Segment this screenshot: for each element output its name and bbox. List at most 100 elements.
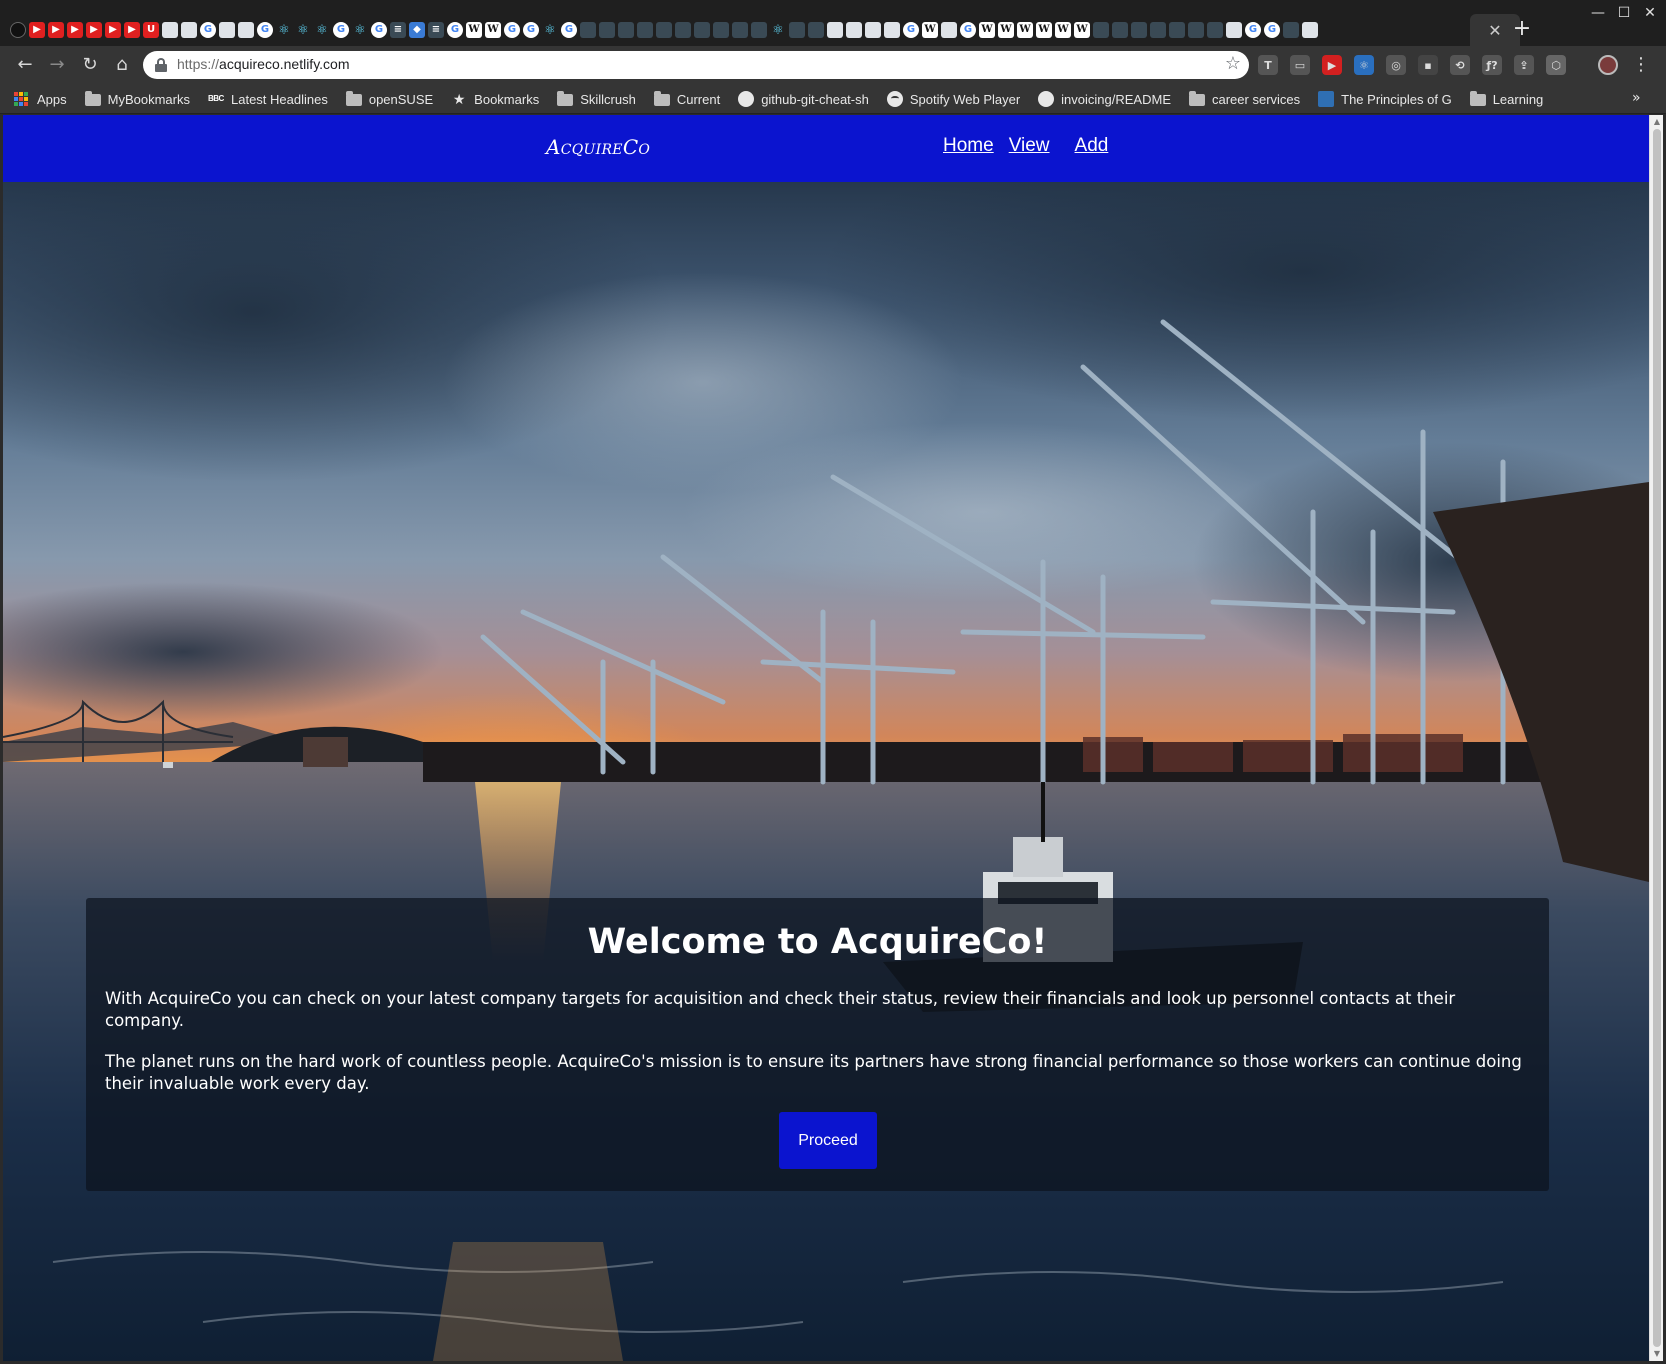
youtube-tab-icon[interactable]: ▶ [124,22,140,38]
google-tab-icon[interactable]: G [504,22,520,38]
youtube-tab-icon[interactable]: ▶ [48,22,64,38]
nav-add-link[interactable]: Add [1075,135,1109,157]
reload-button[interactable]: ↻ [79,54,101,76]
doc-tab-icon[interactable] [941,22,957,38]
bookmark-item[interactable]: Apps [14,89,67,109]
bookmark-item[interactable]: Learning [1469,89,1543,109]
wikipedia-tab-icon[interactable]: W [1055,22,1071,38]
scroll-up-arrow-icon[interactable]: ▲ [1653,118,1661,126]
doc-tab-icon[interactable] [181,22,197,38]
misc-tab-icon[interactable] [808,22,824,38]
misc-tab-icon[interactable] [675,22,691,38]
page-scrollbar[interactable]: ▲ ▼ [1649,115,1663,1361]
bookmark-item[interactable]: ★ Bookmarks [451,89,539,109]
tab-strip[interactable]: ▶ ▶ ▶ ▶ ▶ ▶ U G G ⚛ ⚛ ⚛ G ⚛ G ≡ ◆ ≡ G W W G G ⚛ G ⚛ G W G W W W W W W G G [10,14,1470,46]
misc-tab-icon[interactable] [656,22,672,38]
wikipedia-tab-icon[interactable]: W [1036,22,1052,38]
misc-tab-icon[interactable] [1207,22,1223,38]
bookmark-item[interactable]: Spotify Web Player [886,89,1020,109]
extension-icon[interactable]: ⚛ [1354,55,1374,75]
back-button[interactable]: ← [14,54,36,76]
close-window-button[interactable]: ✕ [1638,4,1662,22]
wikipedia-tab-icon[interactable]: W [979,22,995,38]
misc-tab-icon[interactable] [637,22,653,38]
nav-view-link[interactable]: View [1009,135,1050,157]
misc-tab-icon[interactable] [1188,22,1204,38]
scroll-down-arrow-icon[interactable]: ▼ [1653,1350,1661,1358]
doc-tab-icon[interactable] [865,22,881,38]
github-tab-icon[interactable] [10,22,26,38]
doc-tab-icon[interactable] [219,22,235,38]
youtube-tab-icon[interactable]: ▶ [29,22,45,38]
extension-icon[interactable]: ◎ [1386,55,1406,75]
google-tab-icon[interactable]: G [1245,22,1261,38]
react-tab-icon[interactable]: ⚛ [314,22,330,38]
google-tab-icon[interactable]: G [257,22,273,38]
react-tab-icon[interactable]: ⚛ [542,22,558,38]
wikipedia-tab-icon[interactable]: W [998,22,1014,38]
react-tab-icon[interactable]: ⚛ [276,22,292,38]
bookmark-star-icon[interactable]: ☆ [1225,54,1241,74]
stackoverflow-tab-icon[interactable]: ≡ [428,22,444,38]
google-tab-icon[interactable]: G [903,22,919,38]
bookmark-item[interactable]: BBC Latest Headlines [208,89,328,109]
stackoverflow-tab-icon[interactable]: ≡ [390,22,406,38]
address-bar[interactable]: https://acquireco.netlify.com ☆ [143,51,1249,79]
nav-home-link[interactable]: Home [943,135,994,157]
google-tab-icon[interactable]: G [447,22,463,38]
doc-tab-icon[interactable] [1302,22,1318,38]
bookmark-item[interactable]: openSUSE [345,89,433,109]
netlify-tab-icon[interactable]: ◆ [409,22,425,38]
doc-tab-icon[interactable] [827,22,843,38]
new-tab-button[interactable]: + [1510,18,1534,42]
google-tab-icon[interactable]: G [960,22,976,38]
home-button[interactable]: ⌂ [111,54,133,76]
bookmark-item[interactable]: career services [1189,89,1300,109]
close-tab-icon[interactable]: ✕ [1488,21,1501,40]
misc-tab-icon[interactable] [789,22,805,38]
lock-icon[interactable] [155,58,167,72]
misc-tab-icon[interactable] [732,22,748,38]
misc-tab-icon[interactable] [580,22,596,38]
misc-tab-icon[interactable] [1283,22,1299,38]
bookmark-item[interactable]: invoicing/README [1038,89,1171,109]
misc-tab-icon[interactable] [1131,22,1147,38]
misc-tab-icon[interactable] [751,22,767,38]
udemy-tab-icon[interactable]: U [143,22,159,38]
extension-icon[interactable]: ▪ [1418,55,1438,75]
extension-icon[interactable]: T [1258,55,1278,75]
bookmarks-overflow-icon[interactable]: » [1632,90,1641,106]
google-tab-icon[interactable]: G [200,22,216,38]
doc-tab-icon[interactable] [238,22,254,38]
url-text[interactable]: https://acquireco.netlify.com [177,56,350,72]
misc-tab-icon[interactable] [713,22,729,38]
google-tab-icon[interactable]: G [1264,22,1280,38]
bookmark-item[interactable]: Current [653,89,720,109]
bookmark-item[interactable]: github-git-cheat-sh [738,89,869,109]
minimize-button[interactable]: — [1586,4,1610,22]
google-tab-icon[interactable]: G [333,22,349,38]
wikipedia-tab-icon[interactable]: W [466,22,482,38]
forward-button[interactable]: → [46,54,68,76]
extension-icon[interactable]: ƒ? [1482,55,1502,75]
react-tab-icon[interactable]: ⚛ [770,22,786,38]
misc-tab-icon[interactable] [1150,22,1166,38]
extension-icon[interactable]: ⬡ [1546,55,1566,75]
youtube-tab-icon[interactable]: ▶ [105,22,121,38]
misc-tab-icon[interactable] [694,22,710,38]
bookmark-item[interactable]: MyBookmarks [84,89,190,109]
youtube-tab-icon[interactable]: ▶ [67,22,83,38]
bookmark-item[interactable]: The Principles of G [1318,89,1452,109]
wikipedia-tab-icon[interactable]: W [485,22,501,38]
extension-icon[interactable]: ⟲ [1450,55,1470,75]
bookmark-item[interactable]: Skillcrush [557,89,636,109]
google-tab-icon[interactable]: G [371,22,387,38]
profile-avatar[interactable] [1598,55,1618,75]
misc-tab-icon[interactable] [1112,22,1128,38]
misc-tab-icon[interactable] [599,22,615,38]
misc-tab-icon[interactable] [1169,22,1185,38]
doc-tab-icon[interactable] [162,22,178,38]
wikipedia-tab-icon[interactable]: W [922,22,938,38]
doc-tab-icon[interactable] [846,22,862,38]
youtube-tab-icon[interactable]: ▶ [86,22,102,38]
